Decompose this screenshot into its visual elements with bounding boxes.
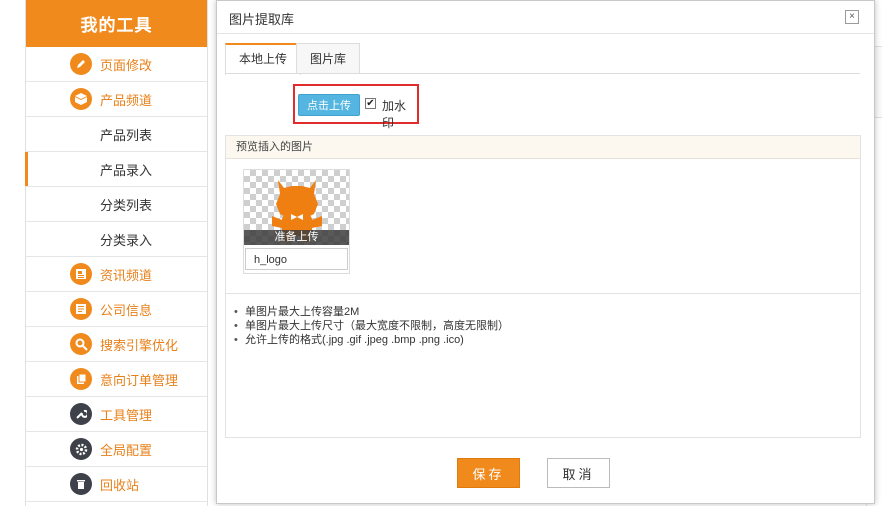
dialog-header: 图片提取库 × [217,1,874,34]
dialog-title: 图片提取库 [229,12,295,27]
preview-area: 准备上传 h_logo [226,159,860,294]
sidebar-item-label: 产品列表 [100,127,153,143]
sidebar-item-label: 产品录入 [100,162,153,178]
sidebar-item-company-info[interactable]: 公司信息 [26,292,207,327]
close-icon[interactable]: × [845,10,859,24]
sidebar-item-seo[interactable]: 搜索引擎优化 [26,327,207,362]
news-icon [70,263,92,285]
sidebar-item-tools[interactable]: 工具管理 [26,397,207,432]
sidebar-item-label: 资讯频道 [100,267,153,283]
sidebar-item-label: 回收站 [100,477,140,493]
upload-rule: 允许上传的格式(.jpg .gif .jpeg .bmp .png .ico) [234,333,860,347]
sidebar: 我的工具 页面修改 产品频道 产品列表 产品录入 分类列表 分类录入 资讯频道 … [25,0,208,506]
sidebar-item-global-config[interactable]: 全局配置 [26,432,207,467]
sidebar-item-product-channel[interactable]: 产品频道 [26,82,207,117]
sidebar-item-label: 工具管理 [100,407,153,423]
sidebar-item-label: 分类列表 [100,197,153,213]
sidebar-item-label: 意向订单管理 [100,372,179,388]
sidebar-item-product-list[interactable]: 产品列表 [26,117,207,152]
search-icon [70,333,92,355]
upload-controls-highlight: 点击上传 ✔ 加水印 [293,84,419,130]
sidebar-item-label: 分类录入 [100,232,153,248]
sidebar-item-product-entry[interactable]: 产品录入 [25,152,207,187]
image-library-dialog: 图片提取库 × 本地上传 图片库 点击上传 ✔ 加水印 预览插入的图片 准备上传… [216,0,875,504]
wrench-icon [70,403,92,425]
order-icon [70,368,92,390]
upload-rules-list: 单图片最大上传容量2M 单图片最大上传尺寸（最大宽度不限制，高度无限制） 允许上… [226,294,860,347]
document-icon [70,298,92,320]
pencil-icon [70,53,92,75]
sidebar-item-news-channel[interactable]: 资讯频道 [26,257,207,292]
upload-rule: 单图片最大上传尺寸（最大宽度不限制，高度无限制） [234,319,860,333]
sidebar-item-category-list[interactable]: 分类列表 [26,187,207,222]
watermark-checkbox[interactable]: ✔ [365,98,376,109]
upload-button[interactable]: 点击上传 [298,94,360,116]
tab-local-upload[interactable]: 本地上传 [225,43,302,75]
sidebar-item-page-edit[interactable]: 页面修改 [26,47,207,82]
sidebar-item-label: 全局配置 [100,442,153,458]
image-name-field[interactable]: h_logo [245,248,348,270]
sidebar-item-recycle-bin[interactable]: 回收站 [26,467,207,502]
tab-divider [225,73,860,74]
trash-icon [70,473,92,495]
sidebar-item-label: 页面修改 [100,57,153,73]
sidebar-item-label: 公司信息 [100,302,153,318]
sidebar-title: 我的工具 [26,0,207,47]
tab-image-library[interactable]: 图片库 [296,43,361,74]
gear-icon [70,438,92,460]
box-icon [70,88,92,110]
watermark-label: 加水印 [382,99,407,130]
preview-panel: 预览插入的图片 准备上传 h_logo • 单图片最大上传容量2M • 单图片最… [225,135,861,438]
preview-panel-title: 预览插入的图片 [226,136,860,159]
cancel-button[interactable]: 取消 [547,458,610,488]
sidebar-item-label: 搜索引擎优化 [100,337,179,353]
upload-rule: 单图片最大上传容量2M [234,305,860,319]
save-button[interactable]: 保存 [457,458,520,488]
sidebar-item-category-entry[interactable]: 分类录入 [26,222,207,257]
sidebar-item-orders[interactable]: 意向订单管理 [26,362,207,397]
sidebar-item-label: 产品频道 [100,92,153,108]
upload-status-label: 准备上传 [244,230,349,245]
dialog-tabs: 本地上传 图片库 [225,43,865,75]
image-thumbnail-card[interactable]: 准备上传 h_logo [243,169,350,274]
